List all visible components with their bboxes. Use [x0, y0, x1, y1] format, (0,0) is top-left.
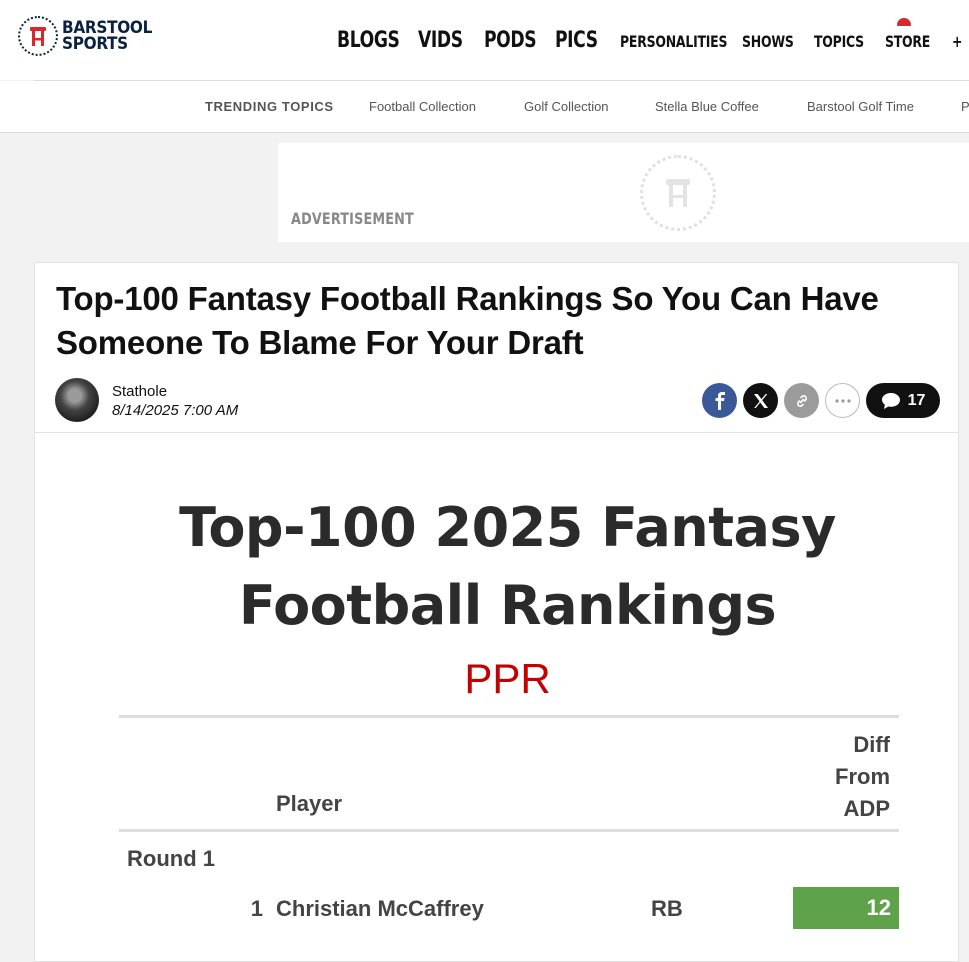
nav-personalities[interactable]: PERSONALITIES [620, 32, 727, 51]
nav-vids[interactable]: VIDS [418, 28, 463, 53]
trending-item[interactable]: Football Collection [369, 99, 476, 114]
publish-date: 8/14/2025 7:00 AM [112, 402, 239, 419]
row-position: RB [651, 896, 683, 921]
nav-store[interactable]: STORE [885, 32, 930, 51]
diff-header-line: Diff [853, 732, 890, 757]
trending-item[interactable]: Stella Blue Coffee [655, 99, 759, 114]
comment-count: 17 [907, 391, 926, 409]
x-share-button[interactable] [743, 383, 778, 418]
nav-shows[interactable]: SHOWS [742, 32, 794, 51]
article-card: Top-100 Fantasy Football Rankings So You… [34, 262, 959, 962]
advertisement-slot[interactable]: ADVERTISEMENT [278, 143, 969, 242]
row-diff-from-adp: 12 [793, 887, 899, 929]
nav-pods[interactable]: PODS [484, 28, 537, 53]
rankings-graphic-title: Top-100 2025 Fantasy Football Rankings [35, 489, 969, 645]
table-header-rule [119, 829, 899, 832]
link-icon [796, 394, 807, 407]
article-title: Top-100 Fantasy Football Rankings So You… [56, 280, 879, 361]
facebook-share-button[interactable] [702, 383, 737, 418]
diff-header-line: From [835, 764, 890, 789]
round-label: Round 1 [127, 846, 215, 871]
author-name[interactable]: Stathole [112, 383, 167, 400]
diff-header-line: ADP [843, 796, 890, 821]
ellipsis-icon [834, 398, 851, 403]
copy-link-button[interactable] [784, 383, 819, 418]
trending-item[interactable]: Golf Collection [524, 99, 609, 114]
comment-bubble-icon [881, 392, 900, 409]
barstool-logo[interactable]: BARSTOOL SPORTS [18, 16, 152, 56]
column-header-diff-from-adp: Diff From ADP [835, 729, 890, 825]
ad-placeholder-stool-icon [640, 155, 716, 231]
nav-more-plus[interactable]: + [952, 32, 962, 51]
author-avatar[interactable] [55, 378, 99, 422]
x-icon [753, 393, 768, 408]
trending-item[interactable]: P [961, 99, 969, 114]
brand-wordmark: BARSTOOL SPORTS [62, 20, 152, 54]
advertisement-label: ADVERTISEMENT [291, 209, 414, 228]
nav-blogs[interactable]: BLOGS [337, 28, 400, 53]
comments-button[interactable]: 17 [866, 383, 940, 418]
store-hat-icon [897, 18, 911, 26]
brand-line2: SPORTS [62, 34, 128, 54]
share-buttons: 17 [696, 383, 940, 418]
rankings-title-line1: Top-100 2025 Fantasy [179, 496, 836, 559]
rankings-title-line2: Football Rankings [238, 574, 777, 637]
more-share-button[interactable] [825, 383, 860, 418]
trending-item[interactable]: Barstool Golf Time [807, 99, 914, 114]
nav-topics[interactable]: TOPICS [814, 32, 864, 51]
trending-topics-bar: TRENDING TOPICS Football Collection Golf… [0, 81, 969, 133]
trending-label: TRENDING TOPICS [205, 99, 334, 114]
author-row: Stathole 8/14/2025 7:00 AM 17 [55, 378, 940, 424]
nav-pics[interactable]: PICS [555, 28, 598, 53]
facebook-icon [715, 391, 725, 410]
barstool-stool-icon [18, 16, 58, 56]
column-header-player: Player [276, 791, 343, 816]
rankings-format: PPR [464, 655, 551, 702]
article-header-divider [35, 432, 958, 433]
table-top-rule [119, 715, 899, 718]
row-player-name: Christian McCaffrey [276, 896, 484, 921]
row-rank: 1 [250, 896, 263, 921]
